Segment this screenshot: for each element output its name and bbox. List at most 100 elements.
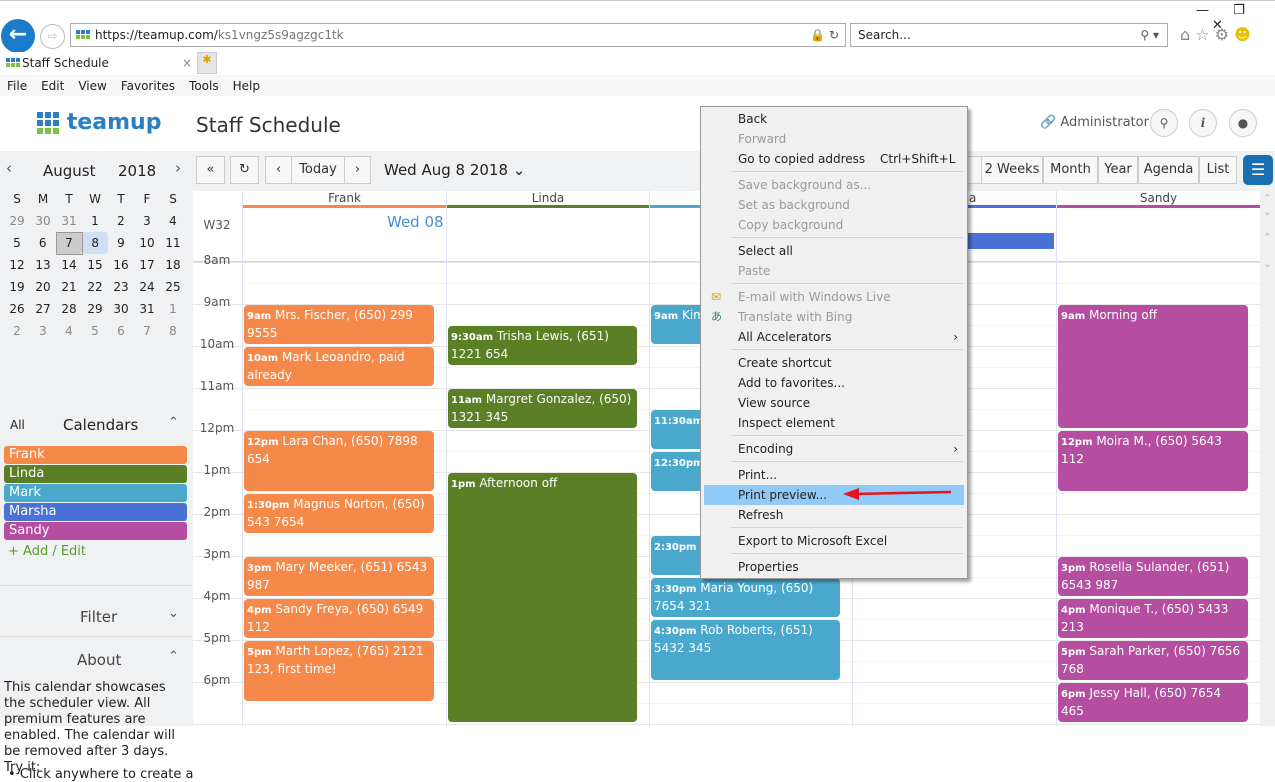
event[interactable]: 12pm Moira M., (650) 5643 112 xyxy=(1058,431,1248,491)
new-tab-button[interactable]: ✱ xyxy=(197,52,217,74)
vertical-scrollbar[interactable]: ⌃ ⌄ ⌃ ⌄ xyxy=(1260,192,1275,726)
mini-cal-day[interactable]: 27 xyxy=(30,298,56,320)
mini-cal-day[interactable]: 28 xyxy=(56,298,82,320)
mini-cal-day[interactable]: 29 xyxy=(4,210,30,232)
event[interactable]: 3pm Rosella Sulander, (651) 6543 987 xyxy=(1058,557,1248,596)
mini-cal-day[interactable]: 22 xyxy=(82,276,108,298)
mini-cal-day[interactable]: 1 xyxy=(160,298,186,320)
expand-chevron-icon[interactable]: ⌄ xyxy=(168,606,179,621)
column-header-linda[interactable]: Linda xyxy=(447,191,649,208)
event[interactable]: 3pm Mary Meeker, (651) 6543 987 xyxy=(244,557,434,596)
mini-cal-day[interactable]: 18 xyxy=(160,254,186,276)
mini-cal-day[interactable]: 5 xyxy=(4,232,30,254)
event[interactable]: 4:30pm Rob Roberts, (651) 5432 345 xyxy=(651,620,840,680)
user-avatar-icon[interactable]: ● xyxy=(1229,109,1257,137)
collapse-sidebar-button[interactable]: « xyxy=(196,156,225,184)
mini-cal-day[interactable]: 20 xyxy=(30,276,56,298)
mini-cal-day[interactable]: 25 xyxy=(160,276,186,298)
calendar-frank[interactable]: Frank xyxy=(4,446,187,464)
mini-cal-day[interactable]: 21 xyxy=(56,276,82,298)
forward-button[interactable]: ⇨ xyxy=(40,24,65,49)
mini-cal-day[interactable]: 2 xyxy=(108,210,134,232)
context-item-inspect-element[interactable]: Inspect element xyxy=(704,413,964,433)
event[interactable]: 1:30pm Magnus Norton, (650) 543 7654 xyxy=(244,494,434,533)
mini-cal-day[interactable]: 6 xyxy=(30,232,56,254)
minimize-icon[interactable]: — xyxy=(1196,3,1209,18)
restore-icon[interactable]: ❐ xyxy=(1233,3,1245,18)
mini-cal-day[interactable]: 7 xyxy=(134,320,160,342)
back-button[interactable]: ← xyxy=(1,19,35,53)
context-item-refresh[interactable]: Refresh xyxy=(704,505,964,525)
calendar-sandy[interactable]: Sandy xyxy=(4,522,187,540)
event[interactable]: 9am Morning off xyxy=(1058,305,1248,428)
about-heading[interactable]: About xyxy=(77,651,121,669)
mini-cal-day[interactable]: 5 xyxy=(82,320,108,342)
mini-cal-day[interactable]: 1 xyxy=(82,210,108,232)
event[interactable]: 9am Mrs. Fischer, (650) 299 9555 xyxy=(244,305,434,344)
prev-button[interactable]: ‹ xyxy=(265,156,292,184)
view-list-button[interactable]: List xyxy=(1199,156,1237,184)
all-calendars-toggle[interactable]: All xyxy=(10,418,25,432)
mini-cal-day[interactable]: 29 xyxy=(82,298,108,320)
mini-cal-day[interactable]: 26 xyxy=(4,298,30,320)
mini-cal-day[interactable]: 7 xyxy=(55,231,83,255)
context-item-add-to-favorites[interactable]: Add to favorites... xyxy=(704,373,964,393)
mini-cal-day[interactable]: 8 xyxy=(160,320,186,342)
mini-cal-day[interactable]: 8 xyxy=(82,232,108,254)
mini-cal-day[interactable]: 23 xyxy=(108,276,134,298)
user-role[interactable]: 🔗 Administrator xyxy=(1040,115,1149,130)
smiley-feedback-icon[interactable]: ☻ xyxy=(1234,25,1251,44)
event[interactable]: 3:30pm Maria Young, (650) 7654 321 xyxy=(651,578,840,617)
event[interactable]: 10am Mark Leoandro, paid already xyxy=(244,347,434,386)
mini-cal-day[interactable]: 24 xyxy=(134,276,160,298)
date-picker[interactable]: Wed Aug 8 2018 ⌄ xyxy=(384,161,525,179)
column-header-sandy[interactable]: Sandy xyxy=(1057,191,1260,208)
add-edit-calendars-link[interactable]: + Add / Edit xyxy=(8,544,86,559)
mini-cal-day[interactable]: 14 xyxy=(56,254,82,276)
menu-help[interactable]: Help xyxy=(226,75,267,93)
mini-cal-day[interactable]: 10 xyxy=(134,232,160,254)
context-item-back[interactable]: Back xyxy=(704,109,964,129)
today-button[interactable]: Today xyxy=(291,156,345,184)
mini-cal-day[interactable]: 30 xyxy=(30,210,56,232)
view-year-button[interactable]: Year xyxy=(1098,156,1138,184)
mini-cal-day[interactable]: 3 xyxy=(30,320,56,342)
lock-refresh-icons[interactable]: 🔒 ↻ xyxy=(810,24,839,46)
filter-heading[interactable]: Filter xyxy=(80,608,117,626)
address-bar[interactable]: https://teamup.com/ks1vngz5s9agzgc1tk 🔒 … xyxy=(70,23,846,47)
menu-file[interactable]: File xyxy=(0,75,34,93)
mini-cal-day[interactable]: 31 xyxy=(134,298,160,320)
search-icon[interactable]: ⚲ xyxy=(1150,109,1178,137)
search-icon[interactable]: ⚲ ▾ xyxy=(1140,24,1159,46)
column-header-frank[interactable]: Frank xyxy=(243,191,446,208)
event[interactable]: 6pm Jessy Hall, (650) 7654 465 xyxy=(1058,683,1248,722)
context-item-view-source[interactable]: View source xyxy=(704,393,964,413)
mini-cal-day[interactable]: 30 xyxy=(108,298,134,320)
home-icon[interactable]: ⌂ xyxy=(1180,25,1190,44)
close-tab-icon[interactable]: × xyxy=(182,52,192,74)
mini-cal-day[interactable]: 16 xyxy=(108,254,134,276)
favorites-star-icon[interactable]: ☆ xyxy=(1195,25,1209,44)
context-item-export-to-microsoft-excel[interactable]: Export to Microsoft Excel xyxy=(704,531,964,551)
mini-cal-day[interactable]: 3 xyxy=(134,210,160,232)
mini-cal-day[interactable]: 6 xyxy=(108,320,134,342)
refresh-button[interactable]: ↻ xyxy=(230,156,259,184)
context-item-print[interactable]: Print... xyxy=(704,465,964,485)
mini-cal-day[interactable]: 4 xyxy=(160,210,186,232)
calendar-linda[interactable]: Linda xyxy=(4,465,187,483)
next-button[interactable]: › xyxy=(344,156,371,184)
calendar-marsha[interactable]: Marsha xyxy=(4,503,187,521)
prev-month-icon[interactable]: ‹ xyxy=(6,159,12,177)
event[interactable]: 4pm Monique T., (650) 5433 213 xyxy=(1058,599,1248,638)
context-item-create-shortcut[interactable]: Create shortcut xyxy=(704,353,964,373)
menu-tools[interactable]: Tools xyxy=(182,75,226,93)
mini-cal-day[interactable]: 17 xyxy=(134,254,160,276)
mini-cal-day[interactable]: 11 xyxy=(160,232,186,254)
event[interactable]: 5pm Marth Lopez, (765) 2121 123, first t… xyxy=(244,641,434,701)
context-item-go-to-copied-address[interactable]: Go to copied address Ctrl+Shift+L xyxy=(704,149,964,169)
search-input[interactable]: Search... ⚲ ▾ xyxy=(850,23,1168,47)
view-agenda-button[interactable]: Agenda xyxy=(1138,156,1199,184)
mini-cal-day[interactable]: 13 xyxy=(30,254,56,276)
tab-staff-schedule[interactable]: Staff Schedule × xyxy=(0,52,196,74)
mini-cal-day[interactable]: 12 xyxy=(4,254,30,276)
